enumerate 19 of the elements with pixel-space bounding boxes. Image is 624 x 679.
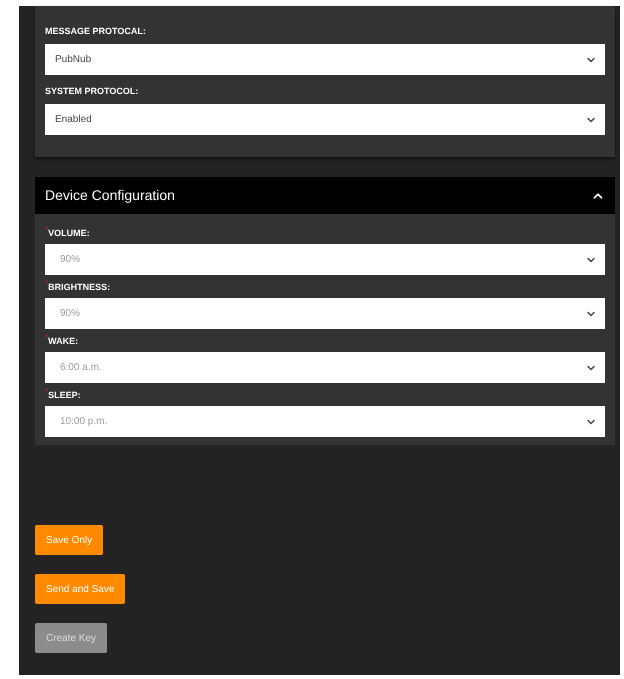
select-field[interactable]: Enabled	[45, 104, 605, 135]
accordion-header[interactable]: Device Configuration	[35, 177, 615, 214]
required-mark: *	[45, 388, 48, 396]
select-field[interactable]: 10:00 p.m.	[45, 406, 605, 437]
field-label: VOLUME:	[48, 227, 90, 240]
field-label: SYSTEM PROTOCOL:	[45, 85, 138, 98]
select-field[interactable]: 6:00 a.m.	[45, 352, 605, 383]
required-mark: *	[45, 226, 48, 234]
field-label: SLEEP:	[48, 389, 81, 402]
required-mark: *	[45, 280, 48, 288]
select-field[interactable]: PubNub	[45, 44, 605, 75]
required-mark: *	[45, 334, 48, 342]
action-button[interactable]: Save Only	[35, 525, 104, 555]
field-label: BRIGHTNESS:	[48, 281, 110, 294]
action-button[interactable]: Send and Save	[35, 574, 126, 604]
field-label: MESSAGE PROTOCAL:	[45, 25, 146, 38]
select-field[interactable]: 90%	[45, 244, 605, 275]
field-label: WAKE:	[48, 335, 78, 348]
select-field[interactable]: 90%	[45, 298, 605, 329]
